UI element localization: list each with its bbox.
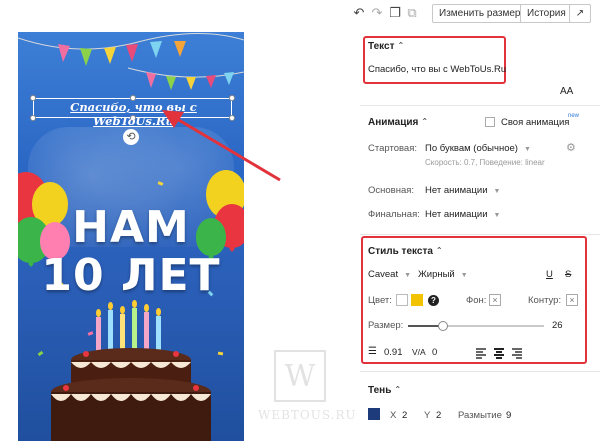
story-preview[interactable]: НАМ 10 ЛЕТ Спасибо, что вы с WebToUs.Ru … [18, 32, 244, 441]
dropdown-arrow-icon: ▼ [493, 188, 501, 195]
story-headline-line1[interactable]: НАМ [18, 202, 244, 253]
text-style-section: Стиль текста ⌃ Caveat ▼ Жирный ▼ U S Цвет: … [360, 236, 600, 366]
align-right-icon[interactable] [512, 348, 522, 359]
text-style-section-title[interactable]: Стиль текста ⌃ [368, 246, 443, 257]
color-label: Цвет: [368, 295, 392, 306]
chevron-up-icon: ⌃ [421, 117, 429, 126]
gear-icon[interactable]: ⚙ [566, 141, 576, 154]
final-animation-label: Финальная: [368, 209, 420, 220]
start-animation-hint: Скорость: 0.7, Поведение: linear [425, 158, 545, 167]
dropdown-arrow-icon: ▼ [523, 146, 531, 153]
custom-animation-label: Своя анимация [501, 117, 570, 128]
main-animation-label: Основная: [368, 185, 415, 196]
watermark-letter: W [274, 350, 326, 402]
color-swatch-yellow[interactable] [411, 294, 423, 306]
rotate-icon[interactable]: ⟲ [123, 129, 139, 145]
shadow-x-value[interactable]: 2 [402, 410, 407, 421]
size-value[interactable]: 26 [552, 320, 563, 331]
dropdown-arrow-icon: ▼ [493, 212, 501, 219]
external-link-button[interactable]: ↗ [569, 4, 591, 23]
shadow-y-value[interactable]: 2 [436, 410, 441, 421]
shadow-blur-value[interactable]: 9 [506, 410, 511, 421]
font-weight-select[interactable]: Жирный ▼ [418, 269, 468, 280]
external-link-icon: ↗ [575, 8, 585, 19]
line-height-icon: ☰ [368, 346, 377, 357]
main-animation-select[interactable]: Нет анимации ▼ [425, 185, 500, 196]
font-size-icon[interactable]: AA [560, 86, 573, 97]
duplicate-icon[interactable]: ⧉ [405, 6, 419, 20]
letter-spacing-value[interactable]: 0 [432, 347, 437, 358]
text-section-title[interactable]: Текст ⌃ [368, 41, 404, 52]
letter-spacing-icon: V/A [412, 347, 426, 357]
custom-animation-checkbox[interactable] [485, 117, 495, 127]
copy-icon[interactable]: ❐ [388, 6, 402, 20]
dropdown-arrow-icon: ▼ [460, 272, 468, 279]
dropdown-arrow-icon: ▼ [404, 272, 412, 279]
text-content-field[interactable]: Спасибо, что вы с WebToUs.Ru [368, 64, 506, 75]
resize-button[interactable]: Изменить размер [432, 4, 528, 23]
start-animation-label: Стартовая: [368, 143, 417, 154]
help-icon[interactable]: ? [428, 295, 439, 306]
size-label: Размер: [368, 320, 404, 331]
history-button[interactable]: История [520, 4, 573, 23]
divider [360, 234, 600, 235]
shadow-color-swatch[interactable] [368, 408, 380, 420]
chevron-up-icon: ⌃ [394, 385, 402, 394]
shadow-blur-label: Размытие [458, 410, 502, 421]
top-toolbar: ↶ ↷ ❐ ⧉ Изменить размер История ↗ [350, 4, 600, 24]
background-none-icon[interactable]: × [489, 294, 501, 306]
size-slider-fill [408, 325, 442, 327]
birthday-cake [51, 300, 211, 441]
annotation-arrow [162, 110, 281, 182]
background-label: Фон: [466, 295, 487, 306]
outline-label: Контур: [528, 295, 562, 306]
shadow-y-label: Y [424, 410, 431, 421]
undo-icon[interactable]: ↶ [352, 6, 366, 20]
animation-section: Анимация ⌃ Своя анимация new Стартовая: П… [360, 107, 600, 231]
divider [360, 371, 600, 372]
chevron-up-icon: ⌃ [435, 246, 443, 255]
align-center-icon[interactable] [494, 348, 504, 359]
final-animation-select[interactable]: Нет анимации ▼ [425, 209, 500, 220]
shadow-x-label: X [390, 410, 397, 421]
line-height-value[interactable]: 0.91 [384, 347, 403, 358]
outline-none-icon[interactable]: × [566, 294, 578, 306]
new-badge: new [568, 113, 580, 119]
font-family-select[interactable]: Caveat ▼ [368, 269, 411, 280]
divider [360, 105, 600, 106]
align-left-icon[interactable] [476, 348, 486, 359]
canvas-area: НАМ 10 ЛЕТ Спасибо, что вы с WebToUs.Ru … [0, 0, 260, 441]
watermark-text: WEBTOUS.RU [258, 408, 357, 422]
size-slider-thumb[interactable] [438, 321, 448, 331]
strikethrough-icon[interactable]: S [565, 269, 571, 280]
shadow-section-title[interactable]: Тень ⌃ [368, 385, 401, 396]
shadow-section: Тень ⌃ X 2 Y 2 Размытие 9 [360, 373, 600, 441]
text-section: Текст ⌃ Спасибо, что вы с WebToUs.Ru AA [360, 31, 600, 103]
redo-icon[interactable]: ↷ [370, 6, 384, 20]
animation-section-title[interactable]: Анимация ⌃ [368, 117, 428, 128]
underline-icon[interactable]: U [546, 269, 553, 280]
settings-panel: Текст ⌃ Спасибо, что вы с WebToUs.Ru AA А… [360, 31, 600, 441]
watermark-logo: W WEBTOUS.RU [258, 350, 358, 430]
chevron-up-icon: ⌃ [397, 41, 405, 50]
start-animation-select[interactable]: По буквам (обычное) ▼ [425, 143, 531, 154]
color-swatch-white[interactable] [396, 294, 408, 306]
